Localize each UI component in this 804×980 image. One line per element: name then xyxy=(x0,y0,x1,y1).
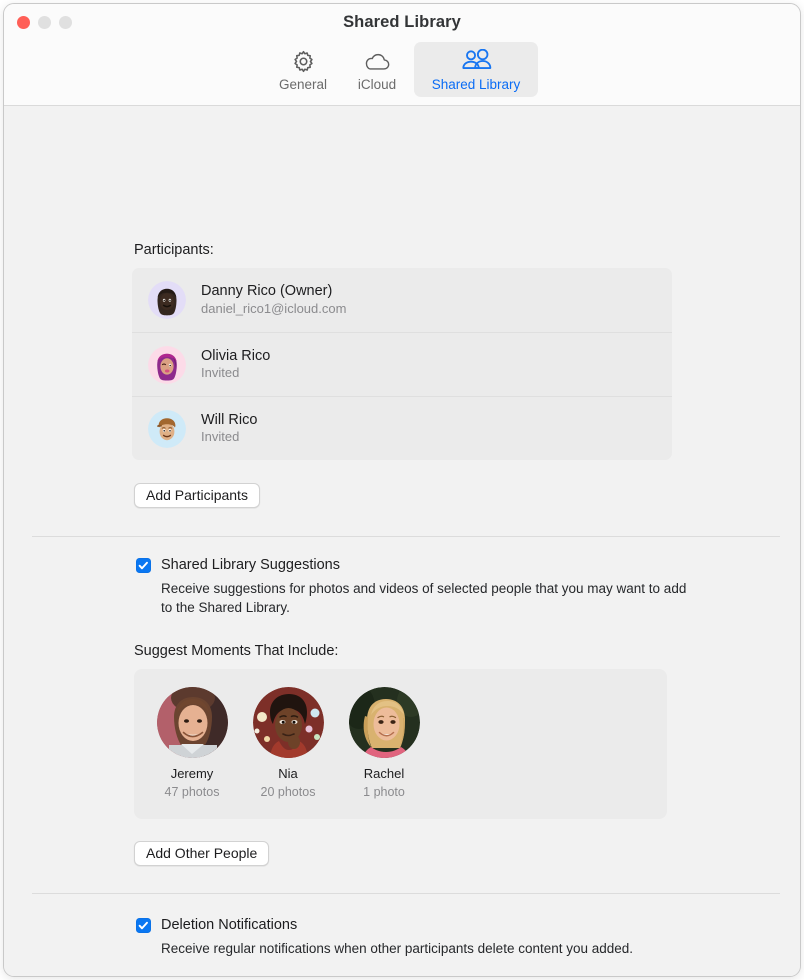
shared-library-suggestions-checkbox[interactable] xyxy=(136,558,151,573)
shared-library-suggestions-description: Receive suggestions for photos and video… xyxy=(161,581,687,616)
deletion-notifications-label: Deletion Notifications xyxy=(161,917,298,933)
tab-icloud[interactable]: iCloud xyxy=(340,42,414,97)
tab-general[interactable]: General xyxy=(266,42,340,97)
person-photo-count: 1 photo xyxy=(363,785,405,800)
participant-status: Invited xyxy=(201,365,240,381)
tab-shared-library[interactable]: Shared Library xyxy=(414,42,538,97)
toolbar-tabs: General iCloud Shared Library xyxy=(4,42,800,97)
participant-info: Danny Rico (Owner) daniel_rico1@icloud.c… xyxy=(201,283,346,317)
tab-icloud-label: iCloud xyxy=(357,77,397,92)
person-photo-count: 47 photos xyxy=(164,785,220,800)
suggested-person[interactable]: Jeremy 47 photos xyxy=(156,687,228,800)
person-photo-count: 20 photos xyxy=(260,785,316,800)
separator xyxy=(32,893,780,894)
person-name: Rachel xyxy=(363,766,405,781)
participant-row[interactable]: Danny Rico (Owner) daniel_rico1@icloud.c… xyxy=(132,268,672,332)
participant-name: Danny Rico (Owner) xyxy=(201,283,333,300)
add-other-people-button[interactable]: Add Other People xyxy=(134,841,270,866)
participant-row[interactable]: Will Rico Invited xyxy=(132,396,672,460)
avatar xyxy=(148,409,186,448)
window-title: Shared Library xyxy=(343,13,461,31)
suggested-person[interactable]: Nia 20 photos xyxy=(252,687,324,800)
avatar xyxy=(148,345,186,384)
tab-general-label: General xyxy=(278,77,328,92)
participants-heading: Participants: xyxy=(134,242,214,258)
participant-info: Olivia Rico Invited xyxy=(201,348,270,382)
participant-row[interactable]: Olivia Rico Invited xyxy=(132,332,672,396)
suggested-person[interactable]: Rachel 1 photo xyxy=(348,687,420,800)
add-participants-button[interactable]: Add Participants xyxy=(134,483,260,508)
participant-info: Will Rico Invited xyxy=(201,412,257,446)
person-photo xyxy=(348,687,420,758)
person-photo xyxy=(252,687,324,758)
preferences-window: Shared Library General iCloud Shared Lib… xyxy=(3,3,801,977)
participant-status: Invited xyxy=(201,429,240,445)
person-name: Jeremy xyxy=(170,766,214,781)
tab-shared-library-label: Shared Library xyxy=(431,77,521,92)
participant-name: Olivia Rico xyxy=(201,347,271,364)
separator xyxy=(32,536,780,537)
cloud-icon xyxy=(363,48,391,75)
person-name: Nia xyxy=(278,766,298,781)
gear-icon xyxy=(291,48,316,75)
deletion-notifications-description: Receive regular notifications when other… xyxy=(161,941,634,956)
person-photo xyxy=(156,687,228,758)
shared-library-suggestions-label: Shared Library Suggestions xyxy=(161,557,340,573)
suggest-moments-heading: Suggest Moments That Include: xyxy=(134,643,339,659)
participant-name: Will Rico xyxy=(201,411,258,428)
preferences-content: Participants: Danny Rico (Owner) daniel_… xyxy=(4,106,800,976)
participant-status: daniel_rico1@icloud.com xyxy=(201,300,347,316)
window-toolbar: Shared Library General iCloud Shared Lib… xyxy=(4,4,800,106)
suggested-people-box: Jeremy 47 photos Nia 20 photos Rachel 1 … xyxy=(134,669,667,819)
participants-list: Danny Rico (Owner) daniel_rico1@icloud.c… xyxy=(132,268,672,460)
suggested-people-list: Jeremy 47 photos Nia 20 photos Rachel 1 … xyxy=(134,669,667,800)
two-people-icon xyxy=(460,48,493,75)
avatar xyxy=(148,281,186,319)
deletion-notifications-checkbox[interactable] xyxy=(136,918,151,933)
